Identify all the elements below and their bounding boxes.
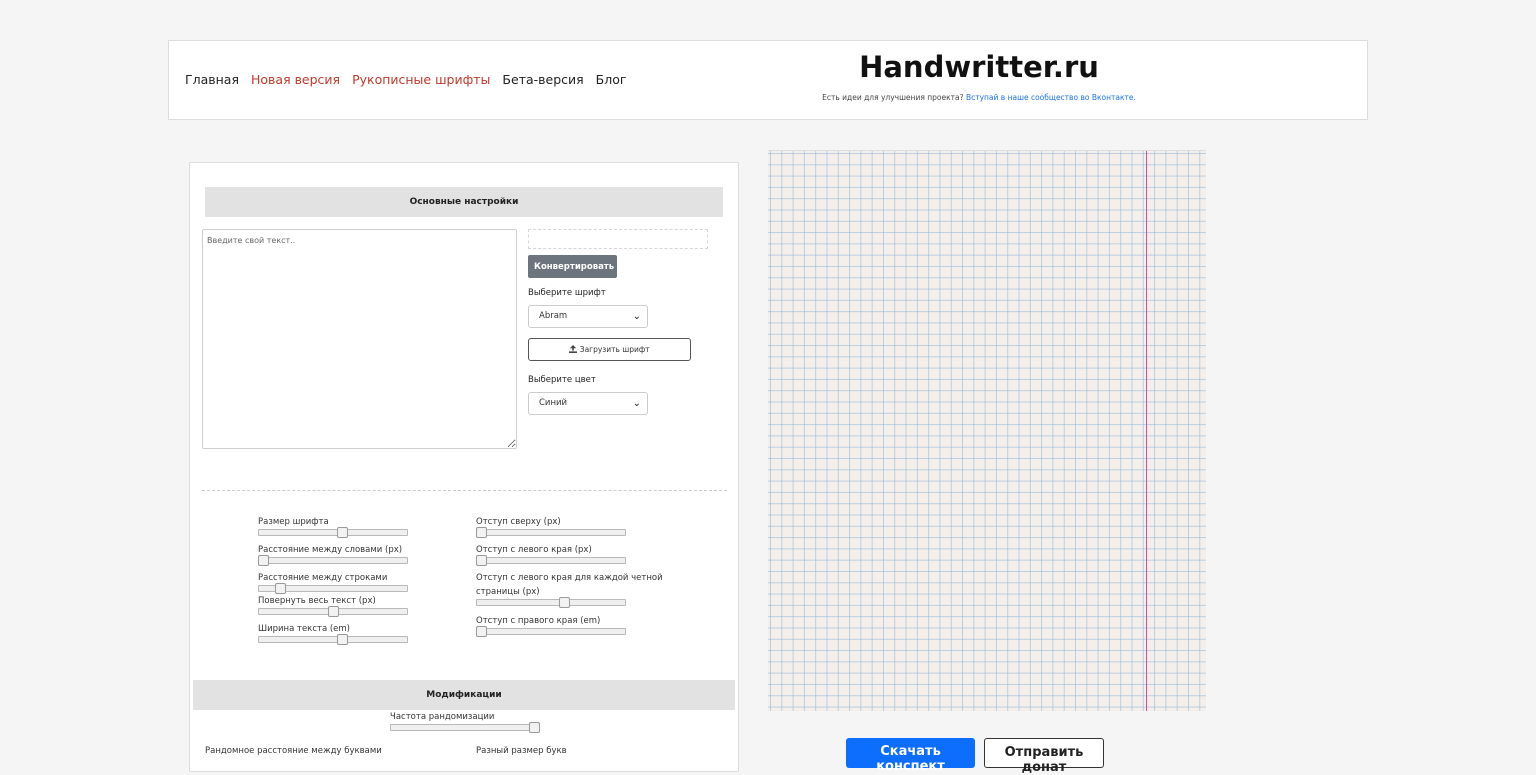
font-size-slider[interactable] <box>258 527 408 538</box>
nav-item-blog[interactable]: Блог <box>596 72 627 87</box>
random-frequency-label: Частота рандомизации <box>390 712 495 722</box>
nav-item-home[interactable]: Главная <box>185 72 239 87</box>
top-margin-label: Отступ сверху (px) <box>476 517 561 527</box>
upload-font-label: Загрузить шрифт <box>579 345 650 354</box>
top-margin-slider[interactable] <box>476 527 626 538</box>
font-size-label: Размер шрифта <box>258 517 329 527</box>
line-spacing-slider[interactable] <box>258 583 408 594</box>
download-notes-button[interactable]: Скачать конспект <box>846 738 975 774</box>
text-width-slider[interactable] <box>258 634 408 645</box>
rotate-text-label: Повернуть весь текст (px) <box>258 596 376 606</box>
upload-icon <box>569 345 579 354</box>
rotate-text-slider[interactable] <box>258 606 408 617</box>
main-settings-heading: Основные настройки <box>205 187 723 217</box>
slider-thumb[interactable] <box>476 555 487 566</box>
random-letter-size-label: Разный размер букв <box>476 746 567 756</box>
vk-community-link[interactable]: Вступай в наше сообщество во Вконтакте. <box>966 93 1136 102</box>
drop-area <box>528 229 708 249</box>
site-header: Главная Новая версия Рукописные шрифты Б… <box>168 40 1368 120</box>
slider-thumb[interactable] <box>476 527 487 538</box>
slider-thumb[interactable] <box>327 606 339 617</box>
text-input[interactable] <box>202 229 517 449</box>
right-margin-label: Отступ с правого края (em) <box>476 616 601 626</box>
slider-thumb[interactable] <box>559 597 571 608</box>
slider-thumb[interactable] <box>258 555 269 566</box>
paper-margin-line <box>1146 151 1147 711</box>
font-select[interactable]: Abram ⌄ <box>528 305 648 328</box>
convert-button[interactable]: Конвертировать <box>528 255 617 278</box>
settings-panel: Основные настройки Конвертировать Выбери… <box>189 162 739 772</box>
slider-thumb[interactable] <box>476 626 487 637</box>
notebook-paper-preview <box>768 150 1206 711</box>
slider-thumb[interactable] <box>529 722 540 733</box>
font-select-value: Abram <box>539 311 568 321</box>
word-spacing-label: Расстояние междy словами (px) <box>258 545 403 555</box>
main-nav: Главная Новая версия Рукописные шрифты Б… <box>185 72 626 87</box>
section-divider <box>202 490 727 491</box>
color-select-label: Выберите цвет <box>528 375 596 385</box>
text-width-label: Ширина текста (em) <box>258 624 350 634</box>
random-frequency-slider[interactable] <box>390 722 540 733</box>
chevron-down-icon: ⌄ <box>632 398 641 409</box>
slider-thumb[interactable] <box>337 634 349 645</box>
brand-block: Handwritter.ru Есть идеи для улучшения п… <box>729 47 1229 102</box>
slider-thumb[interactable] <box>274 583 286 594</box>
modifications-heading: Модификации <box>193 680 735 710</box>
upload-font-button[interactable]: Загрузить шрифт <box>528 338 691 361</box>
brand-subtitle-text: Есть идеи для улучшения проекта? <box>822 93 966 102</box>
right-margin-slider[interactable] <box>476 626 626 637</box>
send-donation-button[interactable]: Отправить донат <box>984 738 1104 775</box>
nav-item-handwritten-fonts[interactable]: Рукописные шрифты <box>352 72 490 87</box>
even-page-left-margin-slider[interactable] <box>476 597 626 608</box>
even-page-left-margin-label: Отступ с левого края для каждой четной <box>476 573 663 583</box>
even-page-left-margin-label-2: страницы (px) <box>476 587 540 597</box>
slider-thumb[interactable] <box>337 527 349 538</box>
color-select[interactable]: Синий ⌄ <box>528 392 648 415</box>
nav-item-beta[interactable]: Бета-версия <box>502 72 583 87</box>
brand-subtitle: Есть идеи для улучшения проекта? Вступай… <box>729 93 1229 102</box>
font-select-label: Выберите шрифт <box>528 288 606 298</box>
nav-item-new-version[interactable]: Новая версия <box>251 72 340 87</box>
left-margin-slider[interactable] <box>476 555 626 566</box>
color-select-value: Синий <box>539 398 568 408</box>
chevron-down-icon: ⌄ <box>632 311 641 322</box>
random-letter-spacing-label: Рандомное расстояние между буквами <box>205 746 382 756</box>
left-margin-label: Отступ с левого края (px) <box>476 545 592 555</box>
line-spacing-label: Расстояние между строками <box>258 573 388 583</box>
word-spacing-slider[interactable] <box>258 555 408 566</box>
site-title: Handwritter.ru <box>859 50 1099 84</box>
